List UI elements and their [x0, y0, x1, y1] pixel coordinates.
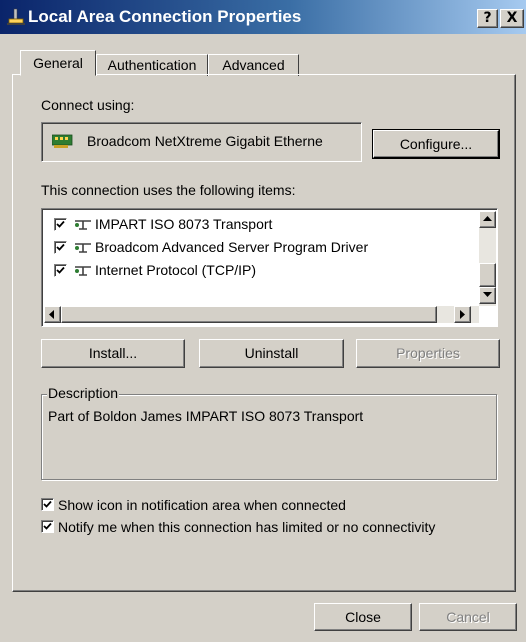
tab-authentication-label: Authentication [107, 57, 197, 73]
close-button-label: Close [345, 609, 381, 625]
network-connection-icon [7, 8, 25, 25]
cancel-button[interactable]: Cancel [419, 603, 517, 631]
window-title: Local Area Connection Properties [28, 7, 302, 26]
tab-advanced-label: Advanced [222, 57, 285, 73]
tab-general-label: General [33, 55, 83, 71]
help-button[interactable]: ? [477, 9, 498, 28]
close-window-button[interactable]: X [500, 9, 524, 28]
general-tab-panel [12, 74, 516, 592]
tab-general[interactable]: General [20, 50, 96, 76]
properties-dialog: Local Area Connection Properties ? X Gen… [0, 0, 526, 642]
tab-authentication[interactable]: Authentication [96, 54, 208, 76]
title-bar[interactable]: Local Area Connection Properties ? X [0, 0, 526, 34]
close-button[interactable]: Close [314, 603, 412, 631]
cancel-button-label: Cancel [446, 609, 490, 625]
tab-advanced[interactable]: Advanced [208, 54, 299, 76]
